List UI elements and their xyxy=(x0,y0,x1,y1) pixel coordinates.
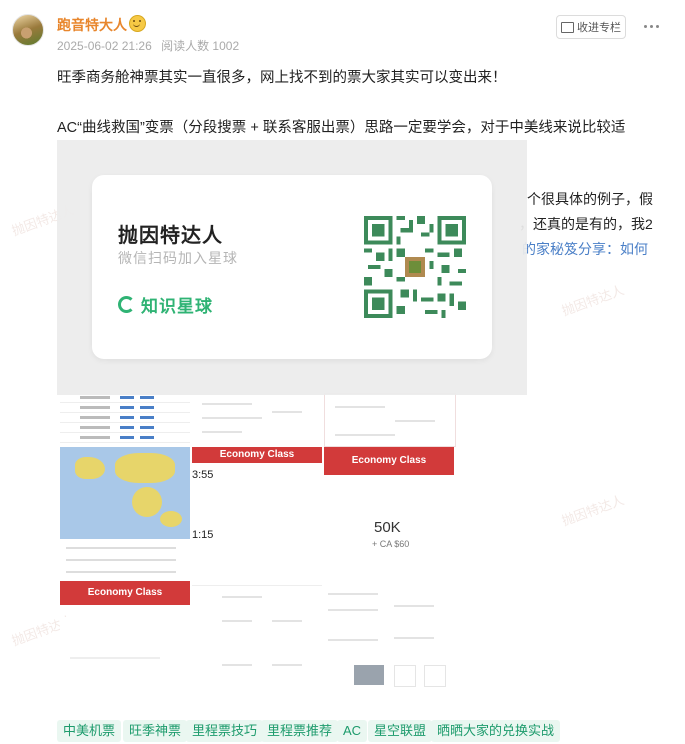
read-count: 阅读人数 1002 xyxy=(161,39,240,53)
tag-item[interactable]: AC xyxy=(337,720,368,742)
departure-time: 3:55 xyxy=(192,469,214,481)
image-award-price[interactable]: Economy Class 50K + CA $60 xyxy=(324,447,454,585)
more-options-icon[interactable] xyxy=(640,15,662,37)
image-bottom-left[interactable] xyxy=(60,617,190,687)
zsxq-logo-icon xyxy=(118,296,135,313)
post-meta: 2025-06-02 21:26 阅读人数 1002 xyxy=(57,37,239,54)
zsxq-brand: 知识星球 xyxy=(118,292,213,317)
obscured-line-3[interactable]: 的家秘笈分享：如何 xyxy=(522,239,648,259)
image-flight-details[interactable] xyxy=(324,585,454,687)
collect-to-column-button[interactable]: 收进专栏 xyxy=(556,15,626,39)
watermark: 抛因特达人 xyxy=(559,492,626,529)
promo-title: 抛因特达人 xyxy=(118,225,223,247)
promo-subtitle: 微信扫码加入星球 xyxy=(118,250,238,266)
image-booking-steps[interactable] xyxy=(192,585,322,688)
obscured-line-1: 个很具体的例子，假 xyxy=(527,191,653,207)
tag-item[interactable]: 里程票推荐 xyxy=(261,720,339,742)
collect-label: 收进专栏 xyxy=(577,22,621,34)
award-taxes: + CA $60 xyxy=(372,539,410,549)
obscured-line-2: ，还真的是有的，我2 xyxy=(519,216,653,232)
economy-class-bar: Economy Class xyxy=(60,581,190,605)
watermark: 抛因特达人 xyxy=(559,282,626,319)
image-flight-list[interactable] xyxy=(192,393,322,445)
tag-item[interactable]: 晒晒大家的兑换实战 xyxy=(431,720,561,742)
post-date: 2025-06-02 21:26 xyxy=(57,39,152,53)
post-paragraph-1: 旺季商务舱神票其实一直很多，网上找不到的票大家其实可以变出来！ xyxy=(57,70,507,86)
image-flight-map[interactable]: Economy Class xyxy=(60,447,190,615)
image-fare-options[interactable] xyxy=(324,393,456,447)
arrival-time: 1:15 xyxy=(192,529,214,541)
tag-item[interactable]: 旺季神票 xyxy=(123,720,188,742)
image-flight-table[interactable] xyxy=(60,393,190,445)
collect-icon xyxy=(561,21,574,33)
qr-code-icon[interactable] xyxy=(364,216,466,318)
smile-emoji-icon xyxy=(129,15,146,32)
brand-name: 知识星球 xyxy=(141,297,213,316)
economy-class-header: Economy Class xyxy=(192,447,322,463)
post-paragraph-2: AC“曲线救国”变票（分段搜票 + 联系客服出票）思路一定要学会，对于中美线来说… xyxy=(57,120,626,136)
tag-item[interactable]: 里程票技巧 xyxy=(186,720,264,742)
tag-item[interactable]: 星空联盟 xyxy=(368,720,433,742)
economy-class-banner: Economy Class xyxy=(324,447,454,475)
award-miles: 50K xyxy=(374,519,401,536)
tag-item[interactable]: 中美机票 xyxy=(57,720,122,742)
author-name[interactable]: 跑音特大人 xyxy=(57,15,146,35)
author-avatar[interactable] xyxy=(12,14,44,46)
